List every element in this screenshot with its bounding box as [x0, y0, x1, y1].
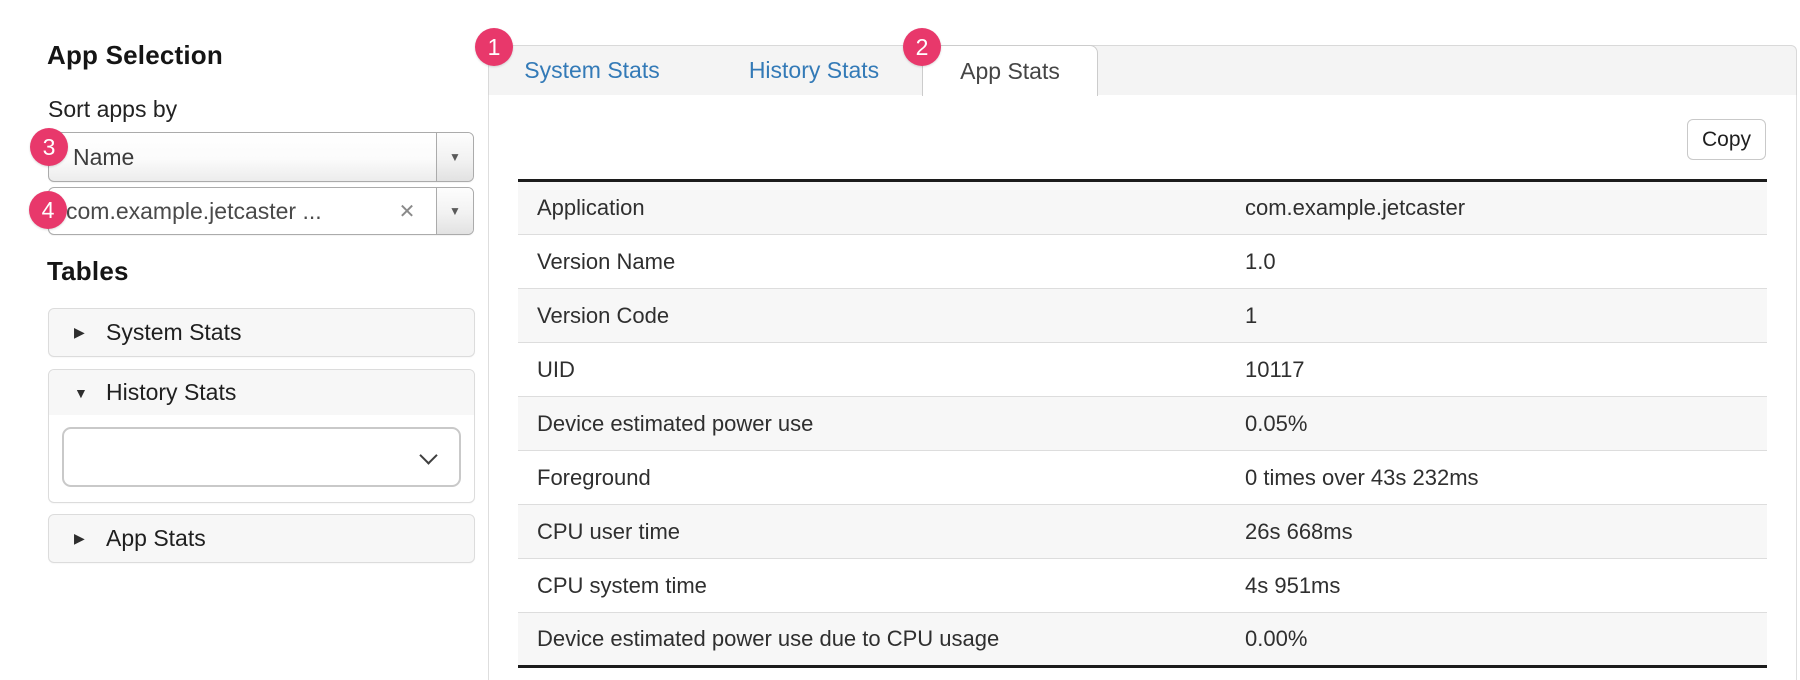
row-value: 1	[1227, 289, 1767, 343]
annotation-marker-2: 2	[903, 28, 941, 66]
row-value: 0 times over 43s 232ms	[1227, 451, 1767, 505]
sort-apps-by-label: Sort apps by	[48, 96, 177, 123]
tab-strip	[488, 45, 1797, 96]
app-filter-combobox[interactable]: com.example.jetcaster ... ✕ ▼	[48, 187, 474, 235]
table-row: Version Name 1.0	[518, 235, 1767, 289]
chevron-down-icon	[419, 446, 437, 464]
row-value: 1.0	[1227, 235, 1767, 289]
table-row: Device estimated power use due to CPU us…	[518, 613, 1767, 667]
table-row: CPU user time 26s 668ms	[518, 505, 1767, 559]
table-row: Device estimated power use 0.05%	[518, 397, 1767, 451]
annotation-marker-4: 4	[29, 191, 67, 229]
dropdown-arrow-icon[interactable]: ▼	[436, 188, 473, 234]
tab-system-stats[interactable]: System Stats	[512, 45, 672, 95]
row-label: Device estimated power use due to CPU us…	[518, 613, 1227, 667]
accordion-app-stats[interactable]: ▶ App Stats	[48, 514, 475, 563]
accordion-system-stats[interactable]: ▶ System Stats	[48, 308, 475, 357]
table-row: Foreground 0 times over 43s 232ms	[518, 451, 1767, 505]
history-metric-select[interactable]	[62, 427, 461, 487]
accordion-label: App Stats	[106, 525, 206, 552]
row-value: 4s 951ms	[1227, 559, 1767, 613]
row-value: 26s 668ms	[1227, 505, 1767, 559]
tab-history-stats[interactable]: History Stats	[734, 45, 894, 95]
table-row: Version Code 1	[518, 289, 1767, 343]
battery-historian-screen: App Selection Sort apps by Name ▼ com.ex…	[0, 0, 1800, 680]
collapsed-arrow-icon: ▶	[74, 530, 96, 547]
row-value: 0.05%	[1227, 397, 1767, 451]
accordion-app-stats-header[interactable]: ▶ App Stats	[49, 515, 474, 562]
table-row: Application com.example.jetcaster	[518, 181, 1767, 235]
accordion-system-stats-header[interactable]: ▶ System Stats	[49, 309, 474, 356]
accordion-history-stats-header[interactable]: ▼ History Stats	[49, 370, 474, 415]
row-label: CPU system time	[518, 559, 1227, 613]
row-value: com.example.jetcaster	[1227, 181, 1767, 235]
row-value: 0.00%	[1227, 613, 1767, 667]
app-filter-value: com.example.jetcaster ...	[49, 188, 322, 234]
copy-button[interactable]: Copy	[1687, 119, 1766, 160]
table-row: CPU system time 4s 951ms	[518, 559, 1767, 613]
accordion-label: History Stats	[106, 379, 236, 406]
dropdown-arrow-icon[interactable]: ▼	[436, 133, 473, 181]
accordion-history-stats[interactable]: ▼ History Stats	[48, 369, 475, 503]
tables-title: Tables	[47, 256, 129, 287]
app-selection-title: App Selection	[47, 40, 223, 71]
annotation-marker-1: 1	[475, 28, 513, 66]
expanded-arrow-icon: ▼	[74, 385, 96, 401]
row-label: Application	[518, 181, 1227, 235]
sort-apps-select[interactable]: Name ▼	[48, 132, 474, 182]
annotation-marker-3: 3	[30, 128, 68, 166]
row-label: UID	[518, 343, 1227, 397]
table-row: UID 10117	[518, 343, 1767, 397]
accordion-label: System Stats	[106, 319, 241, 346]
row-label: Device estimated power use	[518, 397, 1227, 451]
clear-icon[interactable]: ✕	[393, 188, 421, 234]
collapsed-arrow-icon: ▶	[74, 324, 96, 341]
app-stats-table: Application com.example.jetcaster Versio…	[518, 179, 1767, 668]
row-label: Version Code	[518, 289, 1227, 343]
row-label: Foreground	[518, 451, 1227, 505]
row-label: CPU user time	[518, 505, 1227, 559]
row-label: Version Name	[518, 235, 1227, 289]
tab-app-stats[interactable]: App Stats	[922, 45, 1098, 96]
row-value: 10117	[1227, 343, 1767, 397]
